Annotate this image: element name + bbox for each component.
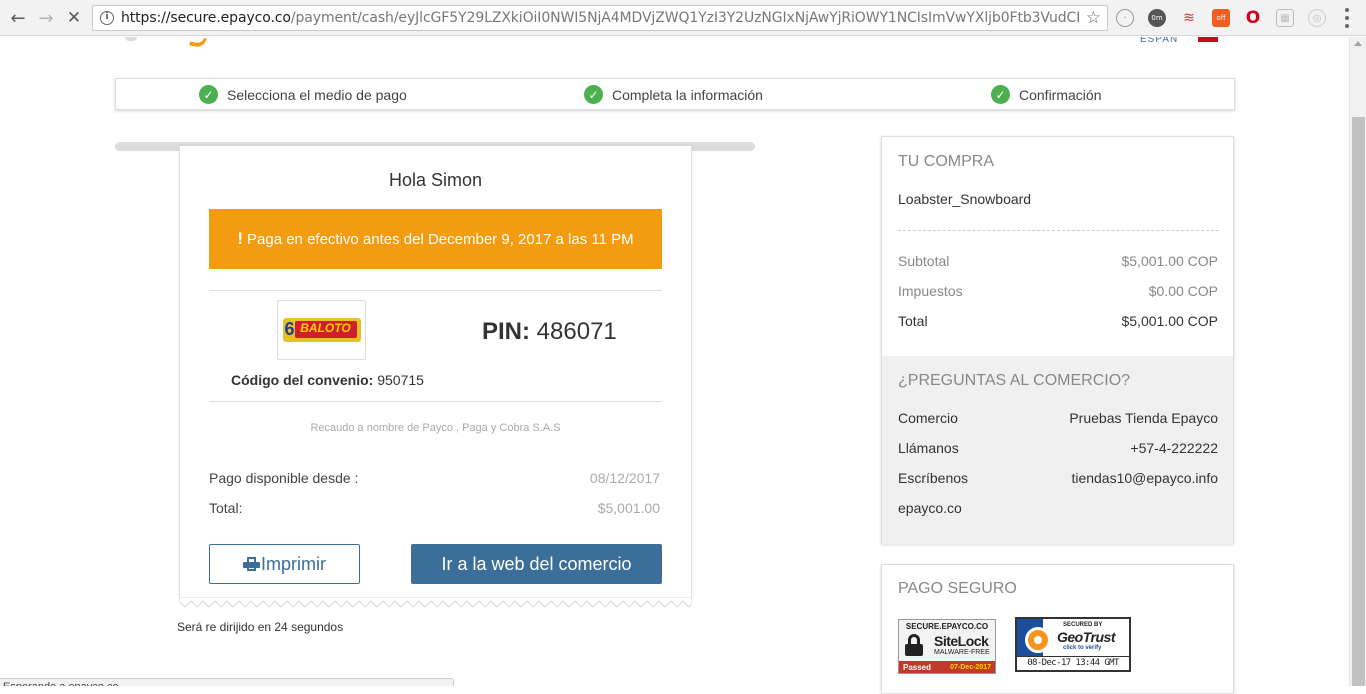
browser-menu-icon[interactable] [1344,8,1350,28]
geotrust-click: click to verify [1063,645,1102,651]
geotrust-date: 08-Dec-17 13:44 GMT [1017,656,1129,670]
questions-title: ¿PREGUNTAS AL COMERCIO? [898,372,1131,389]
bookmark-star-icon[interactable]: ☆ [1086,8,1101,28]
flag-icon[interactable] [1198,37,1218,42]
convenio-code: Código del convenio: 950715 [231,372,424,388]
extension-timer-icon[interactable]: 0m [1148,9,1166,27]
dashed-divider [898,230,1219,231]
sitelock-status: Passed 07-Dec-2017 [899,661,995,673]
summary-total-label: Total [898,313,928,329]
taxes-value: $0.00 COP [1148,283,1218,299]
alert-text: Paga en efectivo antes del December 9, 2… [247,230,634,248]
extension-opera-icon[interactable]: O [1244,8,1262,28]
step-information: ✓ Completa la información [584,85,763,104]
geotrust-badge[interactable]: SECURED BY GeoTrust click to verify 08-D… [1015,617,1131,672]
geotrust-secured: SECURED BY [1063,622,1103,628]
baloto-logo-box: 6 BALOTO [277,300,366,360]
site-info-icon[interactable]: i [100,11,114,25]
check-icon: ✓ [584,85,603,104]
product-name: Loabster_Snowboard [898,191,1032,207]
geotrust-circle-icon [1025,627,1051,653]
scroll-up-arrow-icon[interactable] [1354,41,1362,46]
step-confirmation: ✓ Confirmación [991,85,1101,104]
commerce-label: Comercio [898,410,958,426]
checkout-steps: ✓ Selecciona el medio de pago ✓ Completa… [115,78,1235,110]
page-scrollbar[interactable] [1349,37,1366,686]
call-label: Llámanos [898,440,959,456]
call-value[interactable]: +57-4-222222 [1130,440,1218,456]
subtotal-value: $5,001.00 COP [1121,253,1218,269]
available-from-label: Pago disponible desde : [209,470,359,486]
sitelock-subtitle: MALWARE-FREE [934,649,990,656]
purchase-summary-panel: TU COMPRA Loabster_Snowboard Subtotal $5… [881,136,1234,544]
exclamation-icon: ! [237,229,244,248]
language-selector-fragment[interactable]: ESPAÑ [1140,37,1178,43]
subtotal-label: Subtotal [898,253,950,269]
stop-loading-icon[interactable]: ✕ [62,6,86,30]
secure-payment-panel: PAGO SEGURO SECURE.EPAYCO.CO SiteLock MA… [881,564,1234,694]
greeting: Hola Simon [388,170,483,190]
scroll-thumb[interactable] [1352,117,1365,686]
extension-grid-icon[interactable]: ▦ [1276,9,1294,27]
total-label: Total: [209,500,243,516]
sitelock-domain: SECURE.EPAYCO.CO [905,622,989,631]
payment-deadline-alert: ! Paga en efectivo antes del December 9,… [209,209,662,269]
recaudo-note: Recaudo a nombre de Payco , Paga y Cobra… [310,422,561,434]
extension-wifi-icon[interactable]: ≋ [1180,9,1198,27]
check-icon: ✓ [199,85,218,104]
step-label: Completa la información [612,86,763,103]
payment-receipt: Hola Simon ! Paga en efectivo antes del … [179,146,692,599]
go-to-merchant-button[interactable]: Ir a la web del comercio [411,544,662,584]
receipt-torn-edge [179,597,692,608]
step-label: Selecciona el medio de pago [227,86,407,103]
epayco-logo-fragment[interactable] [189,35,207,49]
url-text[interactable]: https://secure.epayco.co/payment/cash/ey… [121,10,1081,26]
divider [209,290,662,291]
step-label: Confirmación [1019,86,1102,103]
logo-fragment [125,37,137,41]
redirect-countdown: Será re dirijido en 24 segundos [177,620,344,634]
back-arrow-icon[interactable]: ← [6,6,30,30]
pin-code: PIN: 486071 [482,318,617,345]
extension-circle-icon[interactable]: ◎ [1308,9,1326,27]
forward-arrow-icon[interactable]: → [34,6,58,30]
secure-title: PAGO SEGURO [898,580,1017,597]
printer-icon [243,557,260,571]
available-from-value: 08/12/2017 [589,470,660,486]
merchant-questions-section: ¿PREGUNTAS AL COMERCIO? Comercio Pruebas… [882,356,1233,544]
sitelock-name: SiteLock [934,633,989,649]
baloto-logo: 6 BALOTO [282,318,361,342]
lock-icon [904,634,924,656]
print-button[interactable]: Imprimir [209,544,360,584]
browser-toolbar: ← → ✕ i https://secure.epayco.co/payment… [0,0,1366,36]
commerce-value: Pruebas Tienda Epayco [1069,410,1218,426]
summary-total-value: $5,001.00 COP [1121,313,1218,329]
geotrust-name: GeoTrust [1057,629,1115,645]
browser-status-bubble: Esperando a epayco.co... [0,678,454,686]
taxes-label: Impuestos [898,283,963,299]
write-label: Escríbenos [898,470,969,486]
address-bar[interactable]: i https://secure.epayco.co/payment/cash/… [92,5,1108,31]
sitelock-badge[interactable]: SECURE.EPAYCO.CO SiteLock MALWARE-FREE P… [898,619,996,674]
extension-off-badge-icon[interactable]: off [1212,9,1230,27]
merchant-site-link[interactable]: epayco.co [898,500,962,516]
summary-title: TU COMPRA [898,153,994,170]
check-icon: ✓ [991,85,1010,104]
total-value: $5,001.00 [597,500,660,516]
email-link[interactable]: tiendas10@epayco.info [1071,470,1218,486]
divider [209,401,662,402]
step-payment-method: ✓ Selecciona el medio de pago [199,85,407,104]
extension-reader-icon[interactable]: · [1116,9,1134,27]
print-button-label: Imprimir [261,553,326,574]
